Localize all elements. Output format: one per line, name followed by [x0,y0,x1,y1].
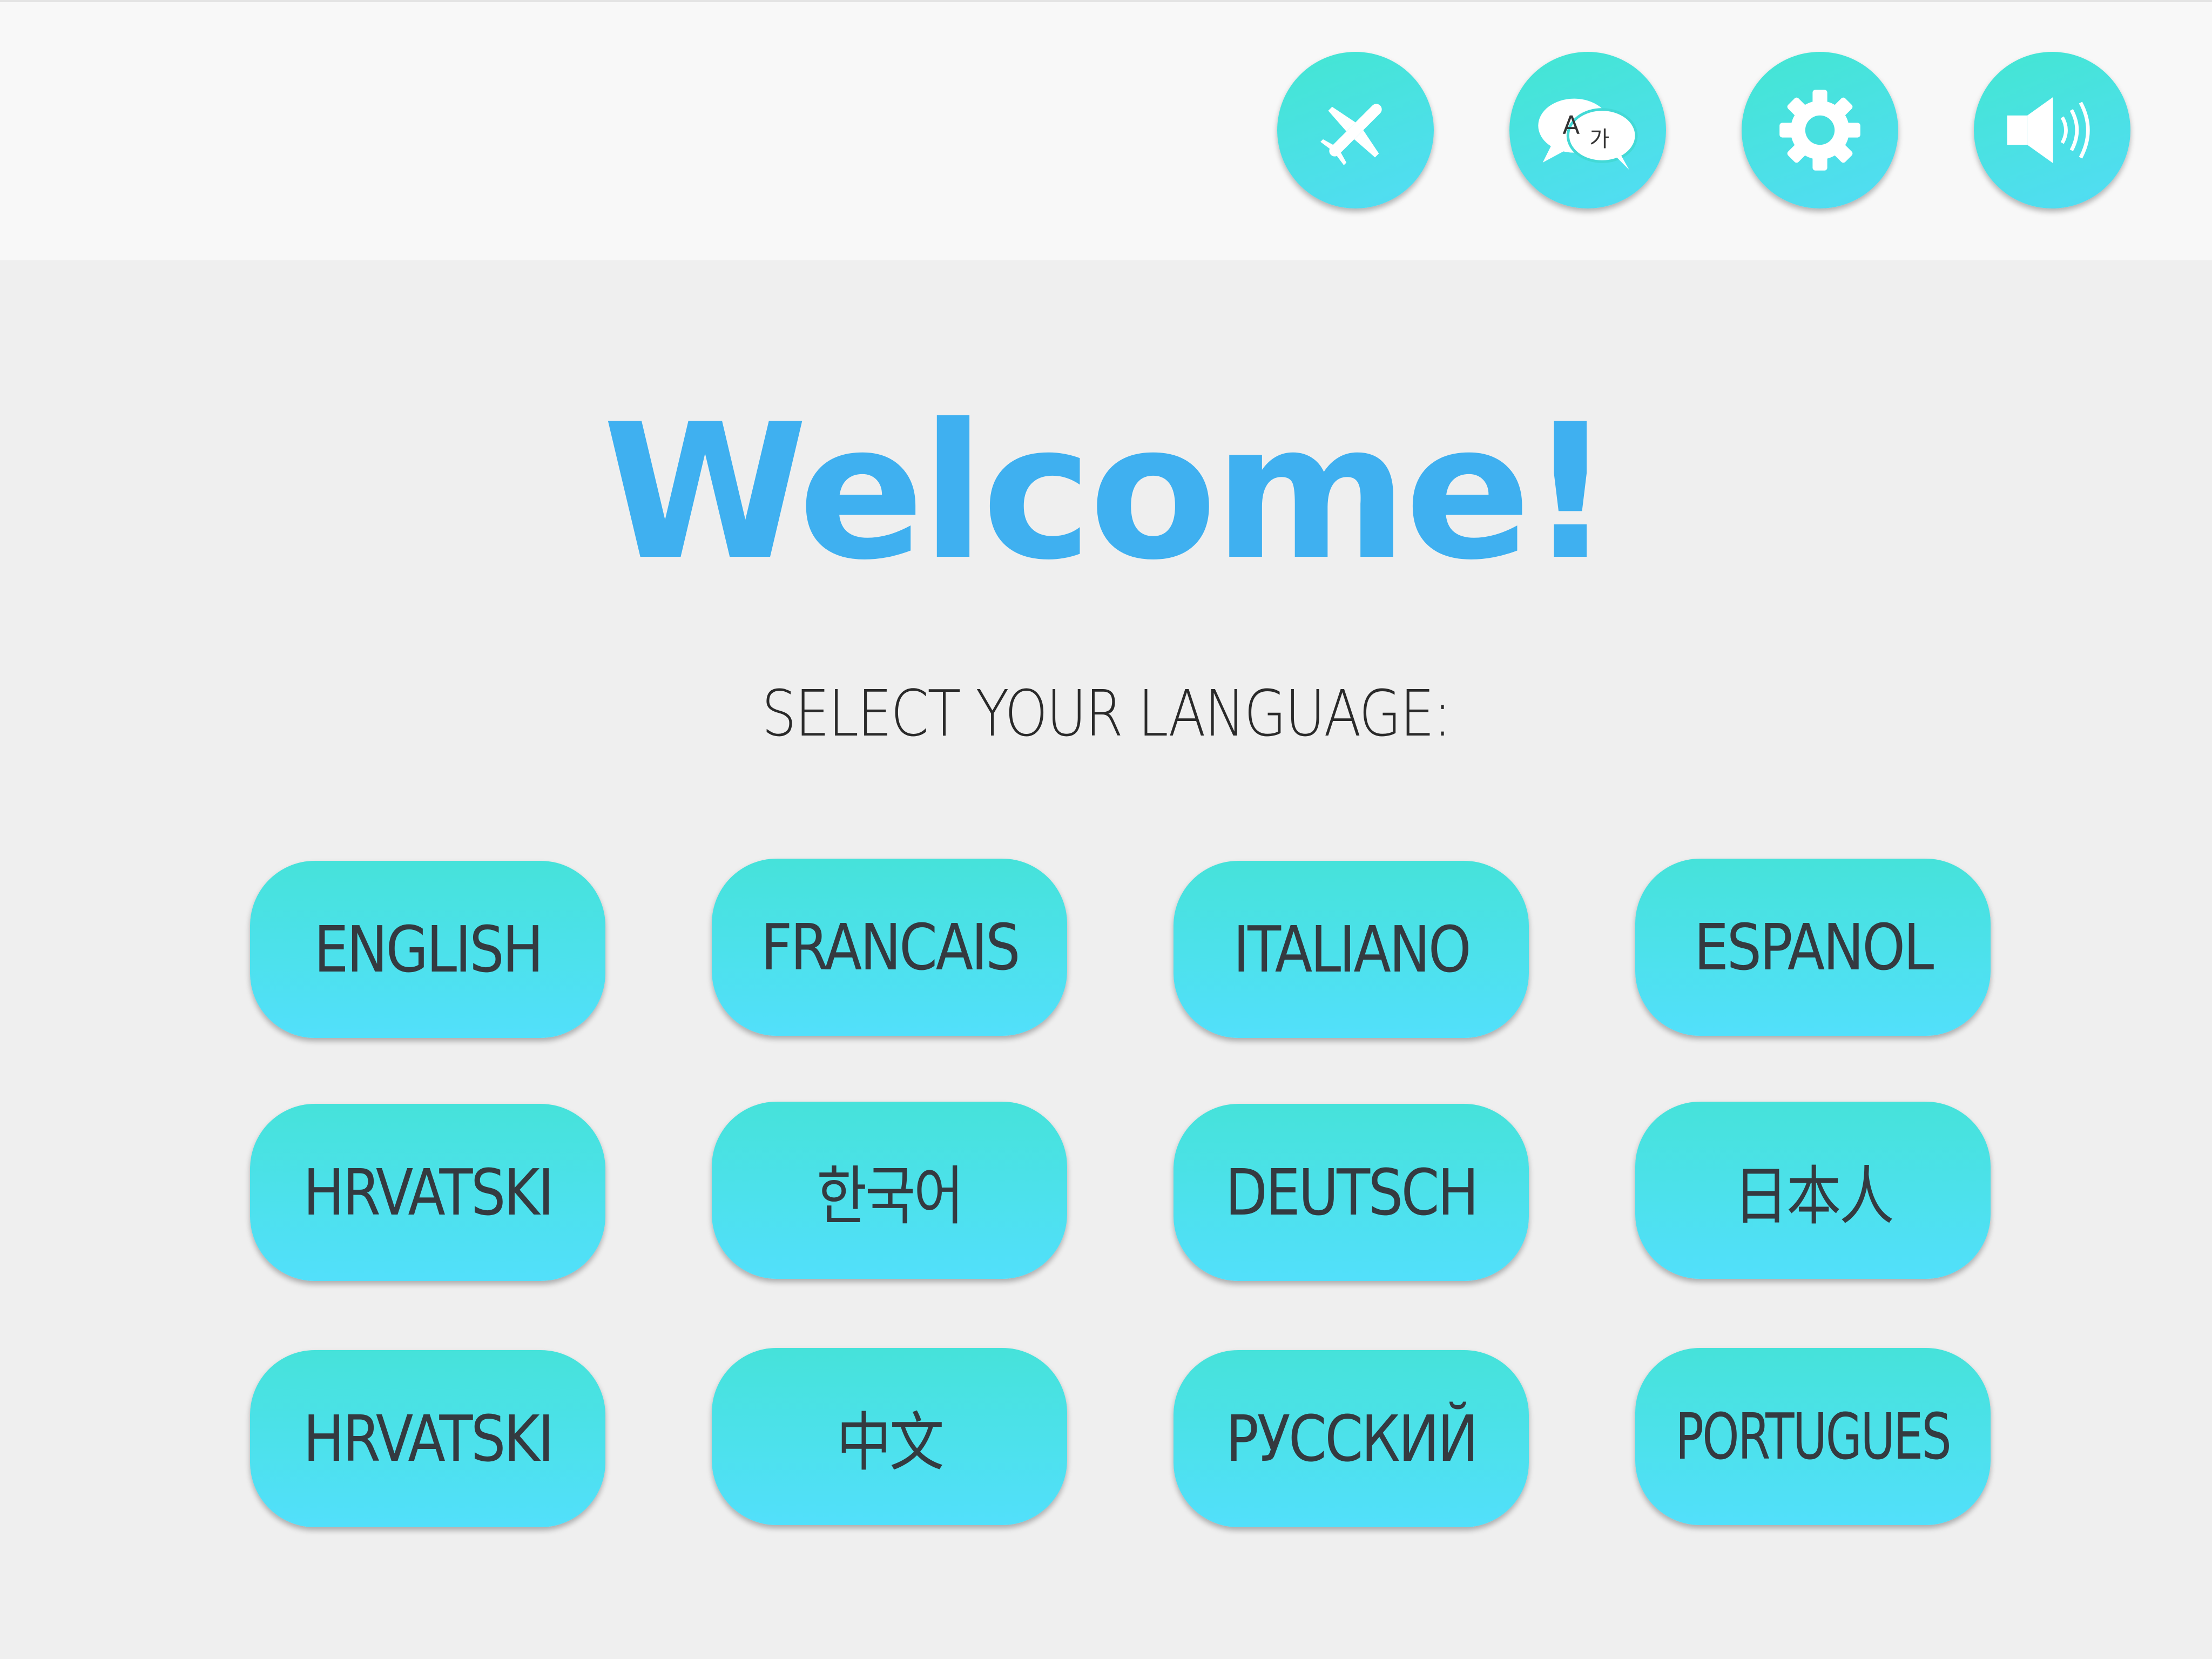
language-button-korean[interactable]: 한국어 [712,1102,1067,1279]
language-label: РУССКИЙ [1225,1401,1479,1476]
language-button-italiano[interactable]: ITALIANO [1174,861,1529,1038]
language-label: ITALIANO [1233,912,1471,987]
language-label: 한국어 [817,1158,964,1233]
language-button-chinese[interactable]: 中文 [712,1348,1067,1525]
page-title: Welcome! [602,385,1613,601]
settings-button[interactable] [1742,52,1898,208]
language-button-deutsch[interactable]: DEUTSCH [1174,1104,1529,1281]
sound-button[interactable] [1974,52,2130,208]
language-label: 日本人 [1733,1158,1894,1233]
language-button-hrvatski-2[interactable]: HRVATSKI [250,1350,605,1527]
language-label: PORTUGUES [1675,1399,1952,1474]
language-label: ENGLISH [314,912,543,987]
translate-icon: A 가 [1538,98,1638,170]
language-button-hrvatski[interactable]: HRVATSKI [250,1104,605,1281]
language-button-japanese[interactable]: 日本人 [1635,1102,1991,1279]
language-button-russian[interactable]: РУССКИЙ [1174,1350,1529,1527]
translate-glyph-a: A [1562,111,1580,140]
language-label: FRANCAIS [760,910,1020,984]
language-button-francais[interactable]: FRANCAIS [712,859,1067,1036]
language-label: 中文 [836,1405,945,1480]
top-bar: A 가 [0,0,2212,260]
language-label: HRVATSKI [303,1401,554,1476]
language-label: ESPANOL [1694,910,1934,984]
gear-icon [1779,90,1860,171]
translate-button[interactable]: A 가 [1509,52,1666,208]
language-label: HRVATSKI [303,1155,554,1230]
language-button-english[interactable]: ENGLISH [250,861,605,1038]
language-label: DEUTSCH [1225,1155,1479,1230]
speaker-icon [2007,97,2090,164]
language-button-espanol[interactable]: ESPANOL [1635,859,1991,1036]
translate-glyph-b: 가 [1589,127,1609,152]
select-language-label: SELECT YOUR LANGUAGE: [761,676,1452,751]
airplane-button[interactable] [1277,52,1434,208]
language-button-portugues[interactable]: PORTUGUES [1635,1348,1991,1525]
airplane-icon [1320,104,1382,165]
